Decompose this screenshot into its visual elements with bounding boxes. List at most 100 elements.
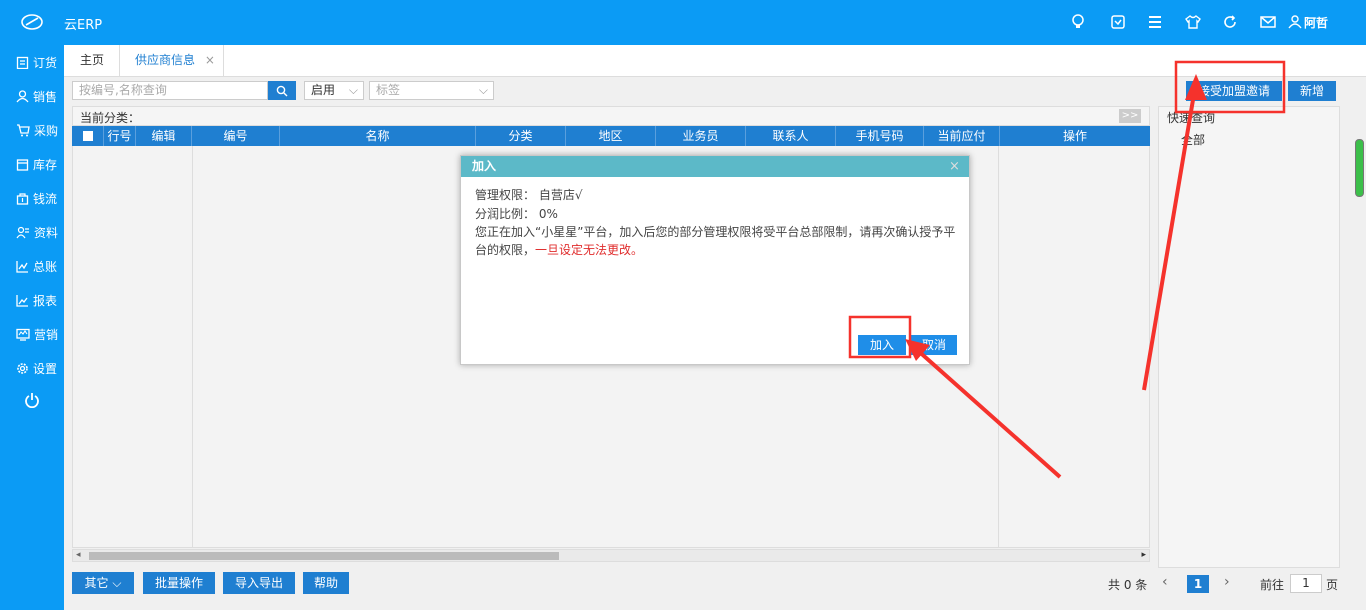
collapse-button[interactable]: >>	[1119, 109, 1141, 123]
help-button[interactable]: 帮助	[303, 572, 349, 594]
col-header: 当前应付	[924, 126, 1000, 146]
tag-select[interactable]: 标签 ⌵	[369, 81, 494, 100]
accept-invite-button[interactable]: 接受加盟邀请	[1186, 81, 1282, 101]
power-icon[interactable]	[24, 392, 40, 411]
sidebar: 订货 销售 采购 库存 钱流 资料 总账 报表 营销 设置	[0, 45, 64, 610]
col-header: 手机号码	[836, 126, 924, 146]
scroll-right-icon[interactable]: ▸	[1141, 550, 1146, 560]
col-header: 分类	[476, 126, 566, 146]
clipboard-icon	[16, 56, 29, 69]
tag-select-placeholder: 标签	[376, 83, 401, 97]
select-all-checkbox[interactable]	[72, 126, 104, 146]
warehouse-icon	[16, 158, 29, 171]
marketing-icon	[16, 328, 30, 341]
app-name: 云ERP	[64, 18, 103, 33]
notice-line: 您正在加入“小星星”平台，加入后您的部分管理权限将受平台总部限制，请再次确认授予…	[475, 225, 956, 239]
sidebar-item-label: 营销	[34, 327, 59, 342]
sidebar-item-settings[interactable]: 设置	[0, 351, 64, 385]
total-count: 共 0 条	[1108, 578, 1148, 592]
contacts-icon	[16, 226, 29, 238]
col-header: 编号	[192, 126, 280, 146]
quick-query-title: 快速查询	[1167, 111, 1216, 125]
grid-header: 行号 编辑 编号 名称 分类 地区 业务员 联系人 手机号码 当前应付 操作	[72, 126, 1150, 146]
tab-home[interactable]: 主页	[64, 45, 120, 76]
status-select-value: 启用	[311, 83, 336, 97]
next-page-icon[interactable]: ›	[1224, 574, 1230, 590]
user-icon[interactable]	[1286, 13, 1304, 31]
dialog-title: 加入	[461, 156, 969, 177]
chevron-down-icon: ⌵	[348, 83, 358, 97]
quick-query-all[interactable]: 全部	[1181, 131, 1205, 148]
sidebar-item-ledger[interactable]: 总账	[0, 249, 64, 283]
sidebar-item-label: 设置	[33, 361, 58, 376]
tab-label: 供应商信息	[135, 53, 196, 67]
top-bar: 云ERP 阿哲	[0, 0, 1366, 45]
col-header: 编辑	[136, 126, 192, 146]
money-icon	[16, 192, 29, 205]
grid-divider	[192, 146, 193, 548]
sidebar-item-purchase[interactable]: 采购	[0, 113, 64, 147]
col-header: 行号	[104, 126, 136, 146]
sidebar-item-label: 销售	[33, 89, 58, 104]
ledger-chart-icon	[16, 260, 28, 273]
batch-operation-button[interactable]: 批量操作	[143, 572, 215, 594]
chevron-down-icon: ⌵	[478, 83, 488, 97]
sidebar-item-sales[interactable]: 销售	[0, 79, 64, 113]
sidebar-item-label: 资料	[34, 225, 59, 240]
scrollbar-thumb[interactable]	[89, 552, 559, 560]
col-header: 名称	[280, 126, 476, 146]
vertical-scroll-indicator[interactable]	[1355, 139, 1364, 197]
report-chart-icon	[16, 294, 28, 307]
warning-text: 一旦设定无法更改。	[535, 243, 644, 257]
sidebar-item-report[interactable]: 报表	[0, 283, 64, 317]
sidebar-item-label: 库存	[33, 157, 58, 172]
sidebar-item-label: 采购	[34, 123, 59, 138]
dialog-close-icon[interactable]: ×	[949, 159, 960, 174]
category-bar: 当前分类： >>	[72, 106, 1150, 126]
sidebar-item-label: 总账	[33, 259, 58, 274]
grid-divider	[998, 146, 999, 548]
search-input[interactable]: 按编号,名称查询	[72, 81, 268, 100]
user-name[interactable]: 阿哲	[1304, 14, 1328, 31]
page-number[interactable]: 1	[1187, 575, 1209, 593]
sidebar-item-order[interactable]: 订货	[0, 45, 64, 79]
import-export-button[interactable]: 导入导出	[223, 572, 295, 594]
cloud-logo-icon	[21, 14, 43, 30]
bulb-icon[interactable]	[1069, 13, 1087, 31]
col-header: 业务员	[656, 126, 746, 146]
check-square-icon[interactable]	[1109, 13, 1127, 31]
notice-text: 台的权限，	[475, 243, 536, 257]
other-dropdown-button[interactable]: 其它 ⌵	[72, 572, 134, 594]
mail-icon[interactable]	[1259, 13, 1277, 31]
sidebar-item-cashflow[interactable]: 钱流	[0, 181, 64, 215]
cancel-button[interactable]: 取消	[911, 335, 957, 355]
horizontal-scrollbar[interactable]: ◂ ▸	[72, 549, 1150, 562]
join-dialog: 加入 × 管理权限： 自营店√ 分润比例： 0% 您正在加入“小星星”平台，加入…	[460, 155, 970, 365]
tab-supplier-info[interactable]: 供应商信息 ×	[120, 45, 224, 76]
sidebar-item-marketing[interactable]: 营销	[0, 317, 64, 351]
search-icon	[276, 85, 288, 96]
scroll-left-icon[interactable]: ◂	[76, 550, 81, 560]
status-select[interactable]: 启用 ⌵	[304, 81, 364, 100]
menu-icon[interactable]	[1146, 13, 1164, 31]
add-new-button[interactable]: 新增	[1288, 81, 1336, 101]
sidebar-item-label: 订货	[33, 55, 58, 70]
search-button[interactable]	[268, 81, 296, 100]
share-ratio-line: 分润比例： 0%	[475, 207, 558, 221]
close-icon[interactable]: ×	[205, 53, 215, 67]
sidebar-item-inventory[interactable]: 库存	[0, 147, 64, 181]
gear-icon	[17, 362, 28, 374]
refresh-icon[interactable]	[1221, 13, 1239, 31]
page-suffix: 页	[1326, 578, 1339, 592]
col-header: 操作	[1062, 129, 1087, 143]
category-label: 当前分类：	[80, 111, 141, 125]
prev-page-icon[interactable]: ‹	[1162, 574, 1168, 590]
join-button[interactable]: 加入	[858, 335, 906, 355]
goto-page-input[interactable]: 1	[1290, 574, 1322, 593]
shirt-icon[interactable]	[1184, 13, 1202, 31]
sidebar-item-data[interactable]: 资料	[0, 215, 64, 249]
sidebar-item-label: 钱流	[33, 191, 58, 206]
other-label: 其它	[84, 576, 109, 590]
goto-label: 前往	[1260, 578, 1285, 592]
notice-line-2: 台的权限，一旦设定无法更改。	[475, 241, 643, 258]
